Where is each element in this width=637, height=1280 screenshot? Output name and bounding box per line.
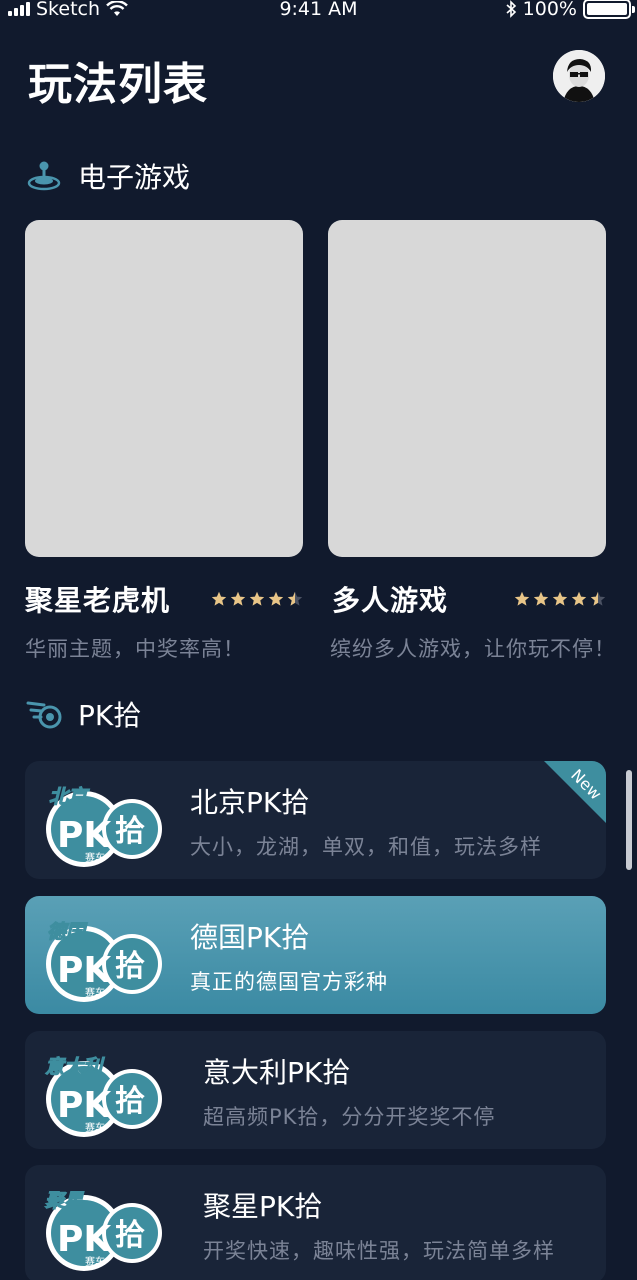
svg-text:赛车: 赛车 (85, 986, 105, 999)
half-star-icon (590, 591, 606, 606)
pk-item-germany[interactable]: 德国 PK 拾 赛车 德国PK拾 真正的德国官方彩种 (25, 896, 606, 1014)
pk-desc: 超高频PK拾，分分开奖奖不停 (203, 1105, 496, 1129)
avatar[interactable] (553, 50, 605, 102)
star-icon (230, 591, 246, 606)
battery-percent: 100% (522, 0, 577, 20)
svg-text:拾: 拾 (115, 1218, 145, 1253)
pk-logo: 北京 PK 拾 赛车 (46, 786, 162, 867)
star-icon (268, 591, 284, 606)
battery-icon (583, 0, 635, 19)
star-icon (211, 591, 227, 606)
section-pk-label: PK拾 (78, 699, 142, 732)
svg-text:赛车: 赛车 (85, 851, 105, 864)
svg-text:赛车: 赛车 (85, 1121, 105, 1134)
svg-text:聚星: 聚星 (44, 1190, 85, 1212)
rating-stars (514, 591, 606, 607)
joystick-icon (26, 158, 62, 194)
page-title: 玩法列表 (28, 59, 208, 110)
svg-text:PK: PK (57, 1085, 112, 1126)
game-card-0[interactable]: 聚星老虎机 华丽主题，中奖率高！ (25, 220, 303, 663)
pk-desc: 大小，龙湖，单双，和值，玩法多样 (190, 835, 542, 859)
pk-logo: 聚星 PK 拾 赛车 (44, 1190, 162, 1271)
pk-item-beijing[interactable]: 北京 PK 拾 赛车 北京PK拾 大小，龙湖，单双，和值，玩法多样 New (25, 761, 606, 879)
scrollbar[interactable] (626, 770, 632, 870)
section-egames-label: 电子游戏 (78, 161, 191, 194)
pk-logo: 意大利 PK 拾 赛车 (45, 1056, 162, 1137)
star-icon (514, 591, 530, 606)
avatar-image (553, 50, 605, 102)
section-pk: PK拾 (26, 694, 141, 734)
game-name: 多人游戏 (332, 584, 449, 617)
star-icon (249, 591, 265, 606)
svg-text:赛车: 赛车 (85, 1255, 105, 1268)
star-icon (552, 591, 568, 606)
svg-text:拾: 拾 (115, 1084, 145, 1119)
pk-title: 德国PK拾 (190, 921, 310, 954)
racing-wheel-icon (26, 696, 62, 732)
svg-text:北京: 北京 (49, 786, 90, 808)
half-star-icon (287, 591, 303, 606)
svg-text:拾: 拾 (115, 949, 145, 984)
bluetooth-icon (506, 0, 516, 18)
pk-title: 北京PK拾 (190, 786, 310, 819)
game-thumbnail[interactable] (25, 220, 303, 557)
status-bar: Sketch 9:41 AM 100% (0, 0, 637, 20)
pk-item-juxing[interactable]: 聚星 PK 拾 赛车 聚星PK拾 开奖快速，趣味性强，玩法简单多样 (25, 1165, 606, 1280)
svg-text:PK: PK (57, 815, 112, 856)
rating-stars (211, 591, 303, 607)
star-icon (571, 591, 587, 606)
pk-desc: 真正的德国官方彩种 (190, 970, 388, 994)
svg-text:德国: 德国 (47, 921, 88, 943)
pk-item-italy[interactable]: 意大利 PK 拾 赛车 意大利PK拾 超高频PK拾，分分开奖奖不停 (25, 1031, 606, 1149)
pk-title: 聚星PK拾 (203, 1190, 323, 1223)
new-badge: New (544, 761, 606, 823)
game-desc: 华丽主题，中奖率高！ (25, 637, 245, 661)
pk-title: 意大利PK拾 (203, 1056, 351, 1089)
section-egames: 电子游戏 (26, 156, 190, 196)
star-icon (533, 591, 549, 606)
status-right: 100% (505, 0, 635, 20)
svg-text:PK: PK (57, 950, 112, 991)
pk-logo: 德国 PK 拾 赛车 (46, 921, 162, 1002)
game-name: 聚星老虎机 (25, 584, 171, 617)
svg-text:意大利: 意大利 (45, 1056, 105, 1078)
svg-text:PK: PK (57, 1219, 112, 1260)
game-desc: 缤纷多人游戏，让你玩不停！ (330, 637, 616, 661)
game-thumbnail[interactable] (328, 220, 606, 557)
svg-text:拾: 拾 (115, 814, 145, 849)
game-card-1[interactable]: 多人游戏 缤纷多人游戏，让你玩不停！ (328, 220, 616, 663)
pk-desc: 开奖快速，趣味性强，玩法简单多样 (203, 1239, 555, 1263)
